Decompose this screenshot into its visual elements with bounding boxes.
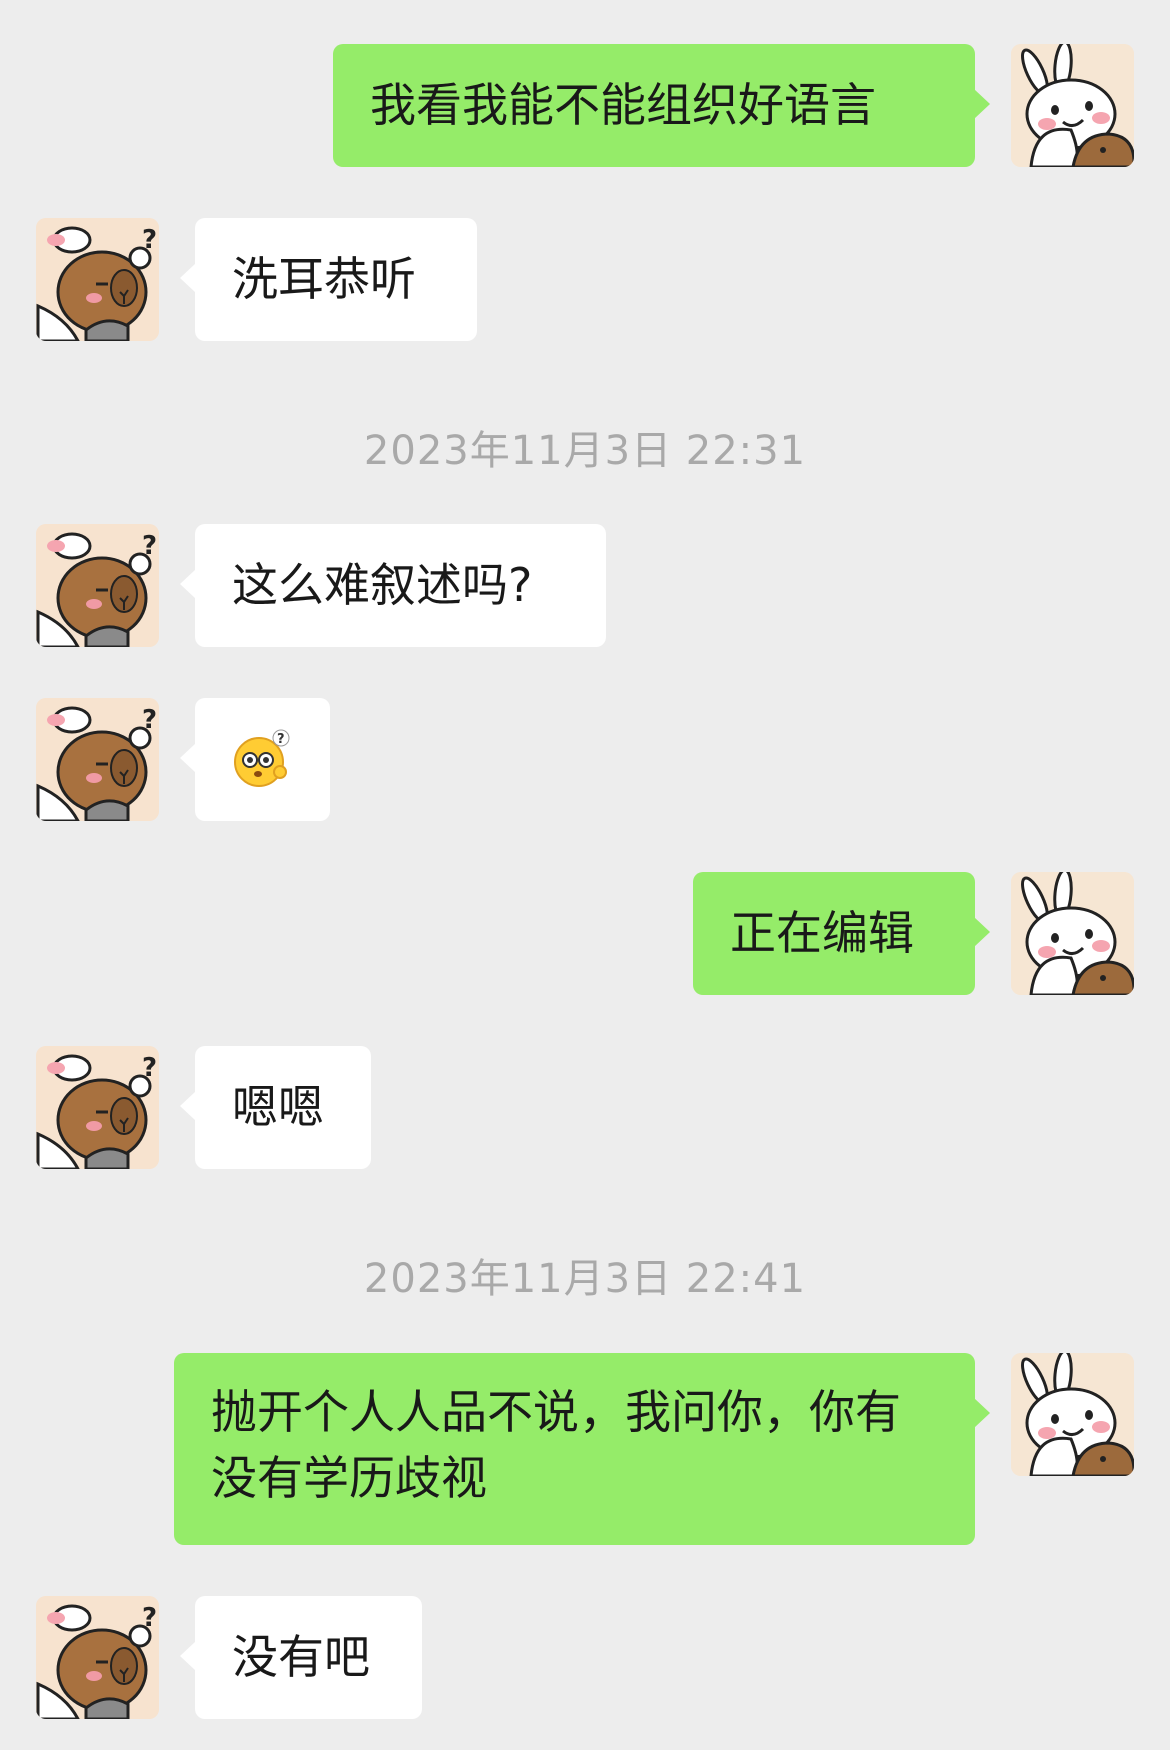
capybara-question-avatar-icon: ? [36, 1046, 159, 1169]
svg-text:?: ? [142, 1603, 157, 1633]
svg-text:?: ? [142, 1053, 157, 1083]
incoming-message-bubble[interactable]: 洗耳恭听 [180, 218, 477, 341]
message-row-outgoing: 抛开个人人品不说，我问你，你有没有学历歧视 [0, 1353, 1170, 1545]
capybara-question-avatar-icon: ? [36, 698, 159, 821]
message-row-incoming: ? 洗耳恭听 [0, 218, 1170, 341]
message-timestamp: 2023年11月3日 22:41 [363, 1256, 807, 1302]
message-row-incoming: ? 这么难叙述吗? [0, 524, 1170, 647]
svg-text:?: ? [142, 531, 157, 561]
chat-view: 我看我能不能组织好语言 ? 洗耳恭听 2023年11月3日 22:31 ? 这么… [0, 0, 1170, 1750]
incoming-message-bubble[interactable]: 这么难叙述吗? [180, 524, 606, 647]
contact-avatar[interactable]: ? [36, 218, 159, 341]
bunny-capybara-avatar-icon [1011, 1353, 1134, 1476]
message-text: 没有吧 [232, 1630, 370, 1684]
my-avatar[interactable] [1011, 1353, 1134, 1476]
bunny-capybara-avatar-icon [1011, 872, 1134, 995]
contact-avatar[interactable]: ? [36, 524, 159, 647]
my-avatar[interactable] [1011, 44, 1134, 167]
message-row-incoming: ? 没有吧 [0, 1596, 1170, 1719]
contact-avatar[interactable]: ? [36, 1596, 159, 1719]
outgoing-message-bubble[interactable]: 抛开个人人品不说，我问你，你有没有学历歧视 [174, 1353, 990, 1545]
my-avatar[interactable] [1011, 872, 1134, 995]
message-text: 抛开个人人品不说，我问你，你有没有学历歧视 [211, 1385, 901, 1505]
svg-text:?: ? [142, 705, 157, 735]
capybara-question-avatar-icon: ? [36, 524, 159, 647]
confused-face-emoji: ? [234, 729, 290, 787]
message-text: 洗耳恭听 [232, 252, 416, 306]
message-text: 正在编辑 [730, 906, 914, 960]
contact-avatar[interactable]: ? [36, 698, 159, 821]
capybara-question-avatar-icon: ? [36, 218, 159, 341]
message-row-incoming: ? ? [0, 698, 1170, 821]
bunny-capybara-avatar-icon [1011, 44, 1134, 167]
message-text: 我看我能不能组织好语言 [370, 78, 876, 132]
message-text: 这么难叙述吗? [232, 558, 533, 612]
incoming-message-bubble[interactable]: 嗯嗯 [180, 1046, 371, 1169]
message-timestamp: 2023年11月3日 22:31 [363, 428, 807, 474]
contact-avatar[interactable]: ? [36, 1046, 159, 1169]
message-row-outgoing: 我看我能不能组织好语言 [0, 44, 1170, 167]
outgoing-message-bubble[interactable]: 我看我能不能组织好语言 [333, 44, 990, 167]
incoming-emoji-bubble[interactable]: ? [180, 698, 330, 821]
incoming-message-bubble[interactable]: 没有吧 [180, 1596, 422, 1719]
outgoing-message-bubble[interactable]: 正在编辑 [693, 872, 990, 995]
message-text: 嗯嗯 [232, 1080, 324, 1134]
capybara-question-avatar-icon: ? [36, 1596, 159, 1719]
message-row-incoming: ? 嗯嗯 [0, 1046, 1170, 1169]
svg-text:?: ? [277, 732, 285, 747]
svg-text:?: ? [142, 225, 157, 255]
message-row-outgoing: 正在编辑 [0, 872, 1170, 995]
